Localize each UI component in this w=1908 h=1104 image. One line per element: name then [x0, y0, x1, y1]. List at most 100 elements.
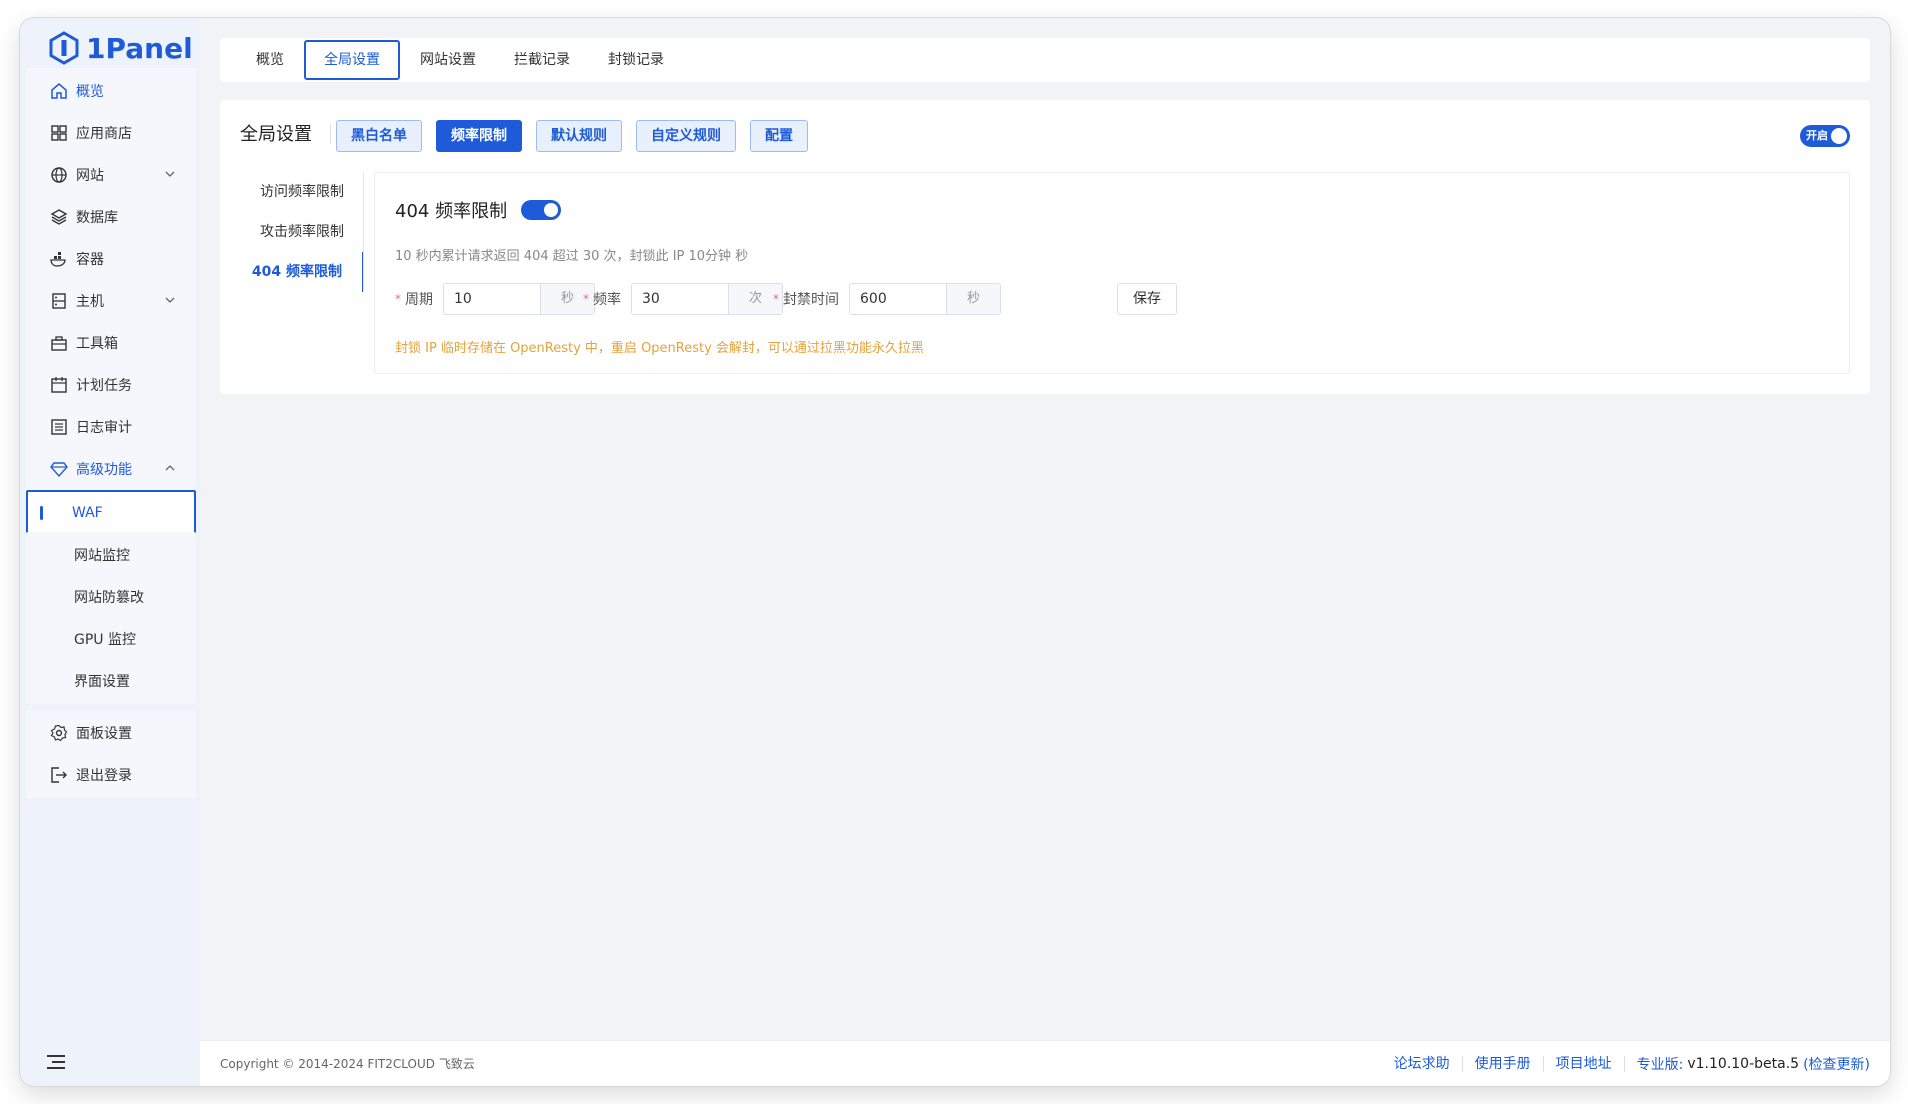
ban-time-field: * 封禁时间 秒: [773, 283, 1001, 315]
brand-logo[interactable]: 1Panel: [48, 28, 193, 68]
nav-divider: [363, 172, 364, 292]
sidebar-item-logs[interactable]: 日志审计: [26, 404, 196, 450]
frequency-field: * 频率 次: [583, 283, 783, 315]
app-window: 1Panel 概览 应用商店 网站 数据库 容器 主机 工具箱 计划任务 日志审…: [20, 18, 1890, 1086]
panel-description: 10 秒内累计请求返回 404 超过 30 次，封锁此 IP 10分钟 秒: [395, 249, 749, 264]
grid-icon: [50, 124, 68, 142]
field-label: 周期: [405, 292, 433, 308]
nav-attack-rate-limit[interactable]: 攻击频率限制: [240, 212, 364, 252]
gear-icon: [50, 724, 68, 742]
footer-links: 论坛求助 使用手册 项目地址 专业版: v1.10.10-beta.5 (检查更…: [1382, 1054, 1870, 1074]
frequency-input[interactable]: [632, 284, 728, 314]
divider: [330, 124, 331, 144]
subtab-default-rules[interactable]: 默认规则: [536, 120, 622, 152]
version-number: v1.10.10-beta.5: [1687, 1055, 1800, 1072]
sidebar-item-host[interactable]: 主机: [26, 278, 196, 324]
edition-label: 专业版:: [1636, 1056, 1684, 1073]
sidebar-item-logout[interactable]: 退出登录: [26, 752, 196, 798]
sidebar-item-label: 数据库: [76, 210, 118, 226]
top-tabs: 概览 全局设置 网站设置 拦截记录 封锁记录: [220, 38, 1870, 82]
sidebar-item-label: 高级功能: [76, 462, 132, 478]
diamond-icon: [50, 460, 68, 478]
check-update-link[interactable]: (检查更新): [1803, 1054, 1870, 1074]
tab-global-settings[interactable]: 全局设置: [304, 40, 400, 80]
docker-icon: [50, 250, 68, 268]
sidebar-item-toolbox[interactable]: 工具箱: [26, 320, 196, 366]
global-enable-toggle[interactable]: 开启: [1800, 125, 1850, 147]
period-field: * 周期 秒: [395, 283, 595, 315]
home-icon: [50, 82, 68, 100]
layers-icon: [50, 208, 68, 226]
tab-website-settings[interactable]: 网站设置: [402, 40, 494, 80]
list-icon: [50, 418, 68, 436]
sidebar-item-overview[interactable]: 概览: [26, 68, 196, 114]
ban-time-input-group: 秒: [849, 283, 1001, 315]
ban-time-input[interactable]: [850, 284, 946, 314]
field-label: 频率: [593, 292, 621, 308]
sidebar-item-database[interactable]: 数据库: [26, 194, 196, 240]
manual-link[interactable]: 使用手册: [1463, 1055, 1544, 1072]
toolbox-icon: [50, 334, 68, 352]
sidebar-item-label: GPU 监控: [74, 632, 136, 648]
rate-limit-panel: 404 频率限制 10 秒内累计请求返回 404 超过 30 次，封锁此 IP …: [374, 172, 1850, 374]
sidebar-item-gpu-monitor[interactable]: GPU 监控: [26, 616, 196, 662]
chevron-down-icon: [165, 171, 175, 177]
sidebar-item-label: 日志审计: [76, 420, 132, 436]
period-input-group: 秒: [443, 283, 595, 315]
tab-intercept-records[interactable]: 拦截记录: [496, 40, 588, 80]
frequency-input-group: 次: [631, 283, 783, 315]
subtab-blacklist-whitelist[interactable]: 黑白名单: [336, 120, 422, 152]
panel-title: 404 频率限制: [395, 201, 508, 222]
1panel-logo-icon: [49, 31, 79, 65]
forum-link[interactable]: 论坛求助: [1382, 1055, 1463, 1072]
sidebar-item-label: 容器: [76, 252, 104, 268]
sidebar-item-site-monitor[interactable]: 网站监控: [26, 532, 196, 578]
sidebar-item-advanced[interactable]: 高级功能: [26, 446, 196, 492]
sidebar-item-label: 网站监控: [74, 548, 130, 564]
project-link[interactable]: 项目地址: [1544, 1055, 1625, 1072]
sidebar-item-label: 网站: [76, 168, 104, 184]
globe-icon: [50, 166, 68, 184]
sidebar-item-label: 退出登录: [76, 768, 132, 784]
required-mark: *: [395, 292, 401, 306]
warning-text: 封锁 IP 临时存储在 OpenResty 中，重启 OpenResty 会解封…: [395, 341, 924, 356]
logout-icon: [50, 766, 68, 784]
subtab-rate-limit[interactable]: 频率限制: [436, 120, 522, 152]
nav-404-rate-limit[interactable]: 404 频率限制: [240, 252, 364, 292]
tab-block-records[interactable]: 封锁记录: [590, 40, 682, 80]
sidebar-item-label: WAF: [72, 505, 103, 521]
brand-name: 1Panel: [86, 31, 193, 65]
sidebar: 1Panel 概览 应用商店 网站 数据库 容器 主机 工具箱 计划任务 日志审…: [20, 18, 200, 1086]
sidebar-item-label: 概览: [76, 84, 104, 100]
sidebar-item-waf[interactable]: WAF: [26, 490, 196, 536]
sidebar-item-anti-tamper[interactable]: 网站防篡改: [26, 574, 196, 620]
sidebar-item-cron[interactable]: 计划任务: [26, 362, 196, 408]
sidebar-item-label: 面板设置: [76, 726, 132, 742]
rate-limit-toggle[interactable]: [521, 200, 561, 220]
sidebar-item-ui-settings[interactable]: 界面设置: [26, 658, 196, 704]
chevron-up-icon: [165, 465, 175, 471]
toggle-label: 开启: [1806, 129, 1828, 142]
sidebar-item-app-store[interactable]: 应用商店: [26, 110, 196, 156]
sidebar-item-panel-settings[interactable]: 面板设置: [26, 710, 196, 756]
sidebar-item-container[interactable]: 容器: [26, 236, 196, 282]
chevron-down-icon: [165, 297, 175, 303]
tab-overview[interactable]: 概览: [238, 40, 302, 80]
calendar-icon: [50, 376, 68, 394]
nav-access-rate-limit[interactable]: 访问频率限制: [240, 172, 364, 212]
sidebar-item-label: 主机: [76, 294, 104, 310]
main-card: 全局设置 黑白名单 频率限制 默认规则 自定义规则 配置 开启 访问频率限制 攻…: [220, 100, 1870, 394]
input-suffix: 秒: [946, 284, 1000, 314]
menu-collapse-icon[interactable]: [46, 1054, 66, 1070]
footer: Copyright © 2014-2024 FIT2CLOUD 飞致云 论坛求助…: [200, 1040, 1890, 1086]
subtab-config[interactable]: 配置: [750, 120, 808, 152]
required-mark: *: [583, 292, 589, 306]
subtab-custom-rules[interactable]: 自定义规则: [636, 120, 736, 152]
required-mark: *: [773, 292, 779, 306]
sidebar-item-label: 应用商店: [76, 126, 132, 142]
sidebar-item-website[interactable]: 网站: [26, 152, 196, 198]
server-icon: [50, 292, 68, 310]
save-button[interactable]: 保存: [1117, 283, 1177, 315]
copyright: Copyright © 2014-2024 FIT2CLOUD 飞致云: [220, 1057, 475, 1071]
period-input[interactable]: [444, 284, 540, 314]
